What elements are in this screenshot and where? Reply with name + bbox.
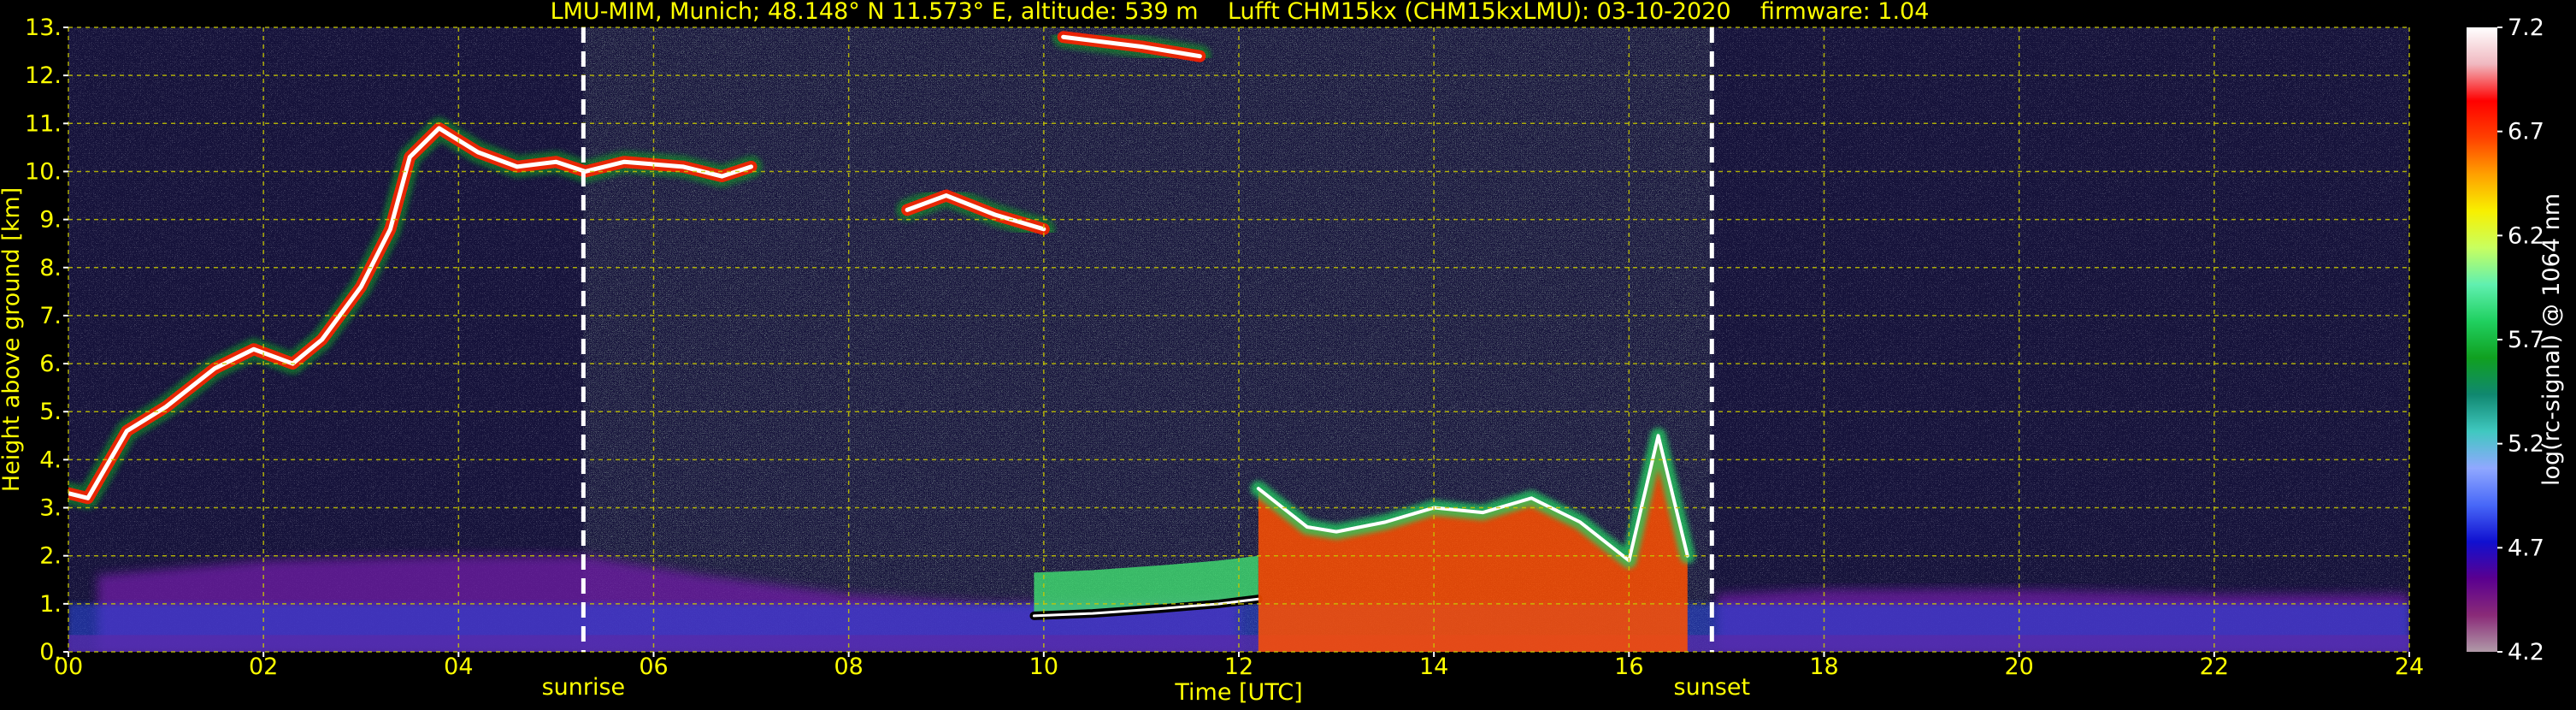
annotation-label: sunrise — [542, 674, 626, 701]
y-tick-label: 4. — [39, 447, 62, 473]
y-tick-label: 0. — [39, 639, 62, 666]
ceilometer-chart: LMU-MIM, Munich; 48.148° N 11.573° E, al… — [0, 0, 2576, 707]
colorbar-tick-label: 4.7 — [2508, 535, 2544, 561]
y-tick-label: 2. — [39, 543, 62, 570]
y-tick-label: 13. — [25, 15, 62, 41]
x-tick-label: 02 — [249, 654, 278, 680]
chart-svg: LMU-MIM, Munich; 48.148° N 11.573° E, al… — [0, 0, 2576, 707]
x-tick-label: 16 — [1614, 654, 1643, 680]
y-tick-label: 1. — [39, 591, 62, 618]
x-tick-label: 10 — [1029, 654, 1058, 680]
colorbar-tick-label: 6.7 — [2508, 119, 2544, 145]
x-tick-label: 04 — [444, 654, 473, 680]
y-tick-label: 7. — [39, 303, 62, 329]
x-axis-label: Time [UTC] — [1174, 679, 1302, 706]
colorbar-tick-label: 7.2 — [2508, 15, 2544, 41]
y-tick-label: 11. — [25, 110, 62, 137]
y-tick-label: 12. — [25, 62, 62, 89]
y-axis-label: Height above ground [km] — [0, 187, 25, 492]
x-tick-label: 24 — [2395, 654, 2424, 680]
y-tick-label: 3. — [39, 495, 62, 522]
colorbar-label: log(rc-signal) @ 1064 nm — [2538, 193, 2565, 486]
x-tick-label: 20 — [2004, 654, 2033, 680]
annotation-label: sunset — [1674, 674, 1751, 701]
y-tick-label: 9. — [39, 207, 62, 234]
chart-title: LMU-MIM, Munich; 48.148° N 11.573° E, al… — [551, 0, 1930, 25]
colorbar-gradient — [2467, 27, 2497, 652]
y-tick-label: 5. — [39, 399, 62, 425]
x-tick-label: 22 — [2200, 654, 2229, 680]
x-tick-label: 08 — [834, 654, 863, 680]
y-tick-label: 8. — [39, 255, 62, 281]
x-tick-label: 18 — [1809, 654, 1838, 680]
y-tick-label: 10. — [25, 158, 62, 185]
x-tick-label: 12 — [1224, 654, 1253, 680]
colorbar-tick-label: 4.2 — [2508, 639, 2544, 666]
x-tick-label: 06 — [639, 654, 668, 680]
y-tick-label: 6. — [39, 351, 62, 377]
x-tick-label: 14 — [1419, 654, 1448, 680]
